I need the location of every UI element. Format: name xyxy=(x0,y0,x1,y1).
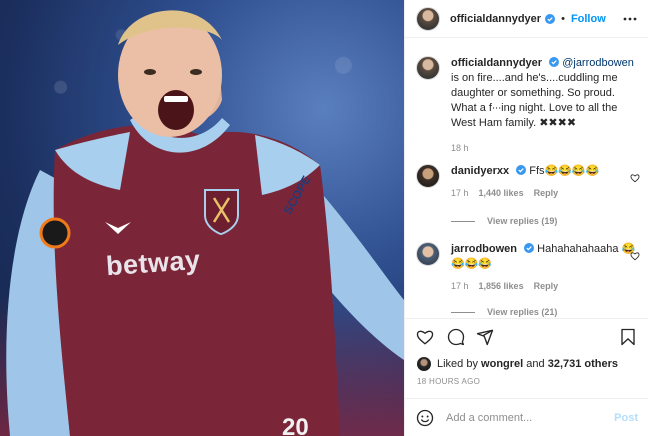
caption-meta: 18 h xyxy=(451,143,638,153)
shirt-sponsor: betway xyxy=(105,244,202,282)
replies-divider xyxy=(451,220,475,222)
post-comment-button[interactable]: Post xyxy=(614,412,638,424)
comment-icon[interactable] xyxy=(447,328,465,346)
likes-and: and xyxy=(526,358,545,370)
heart-icon[interactable] xyxy=(630,251,640,261)
author-avatar[interactable] xyxy=(416,6,440,31)
caption-text: officialdannydyer @jarrodbowen is on fir… xyxy=(451,56,638,131)
reply-button[interactable]: Reply xyxy=(534,188,559,198)
post-timestamp[interactable]: 18 HOURS AGO xyxy=(417,377,480,386)
comment-avatar[interactable] xyxy=(416,242,440,266)
emoji-icon[interactable] xyxy=(416,409,434,427)
comments-section[interactable]: officialdannydyer @jarrodbowen is on fir… xyxy=(405,40,648,318)
view-replies-button[interactable]: View replies (21) xyxy=(451,307,557,317)
caption: officialdannydyer @jarrodbowen is on fir… xyxy=(416,56,638,153)
replies-divider xyxy=(451,311,475,313)
comment-input[interactable] xyxy=(446,411,615,424)
caption-age[interactable]: 18 h xyxy=(451,143,469,153)
likes-prefix: Liked by xyxy=(437,358,478,370)
comment-item: jarrodbowen Hahahahahaaha 😂😂😂😂 17 h 1,85… xyxy=(416,242,640,291)
liker-avatar[interactable] xyxy=(417,357,431,371)
comment-item: danidyerxx Ffs😂😂😂😂 17 h 1,440 likes Repl… xyxy=(416,164,640,198)
view-replies-button[interactable]: View replies (19) xyxy=(451,216,557,226)
separator-dot: • xyxy=(561,12,565,25)
heart-icon[interactable] xyxy=(416,328,434,346)
caption-body: is on fire....and he's....cuddling me da… xyxy=(451,72,618,129)
follow-button[interactable]: Follow xyxy=(571,13,606,25)
post-header: officialdannydyer • Follow xyxy=(405,0,648,38)
comment-username[interactable]: danidyerxx xyxy=(451,165,509,177)
caption-mention[interactable]: @jarrodbowen xyxy=(562,57,634,69)
action-icons xyxy=(405,319,648,355)
view-replies-label: View replies (21) xyxy=(487,307,558,317)
comment-text: jarrodbowen Hahahahahaaha 😂😂😂😂 xyxy=(451,242,638,272)
likes-summary: Liked by wongrel and 32,731 others xyxy=(417,357,618,371)
comment-age[interactable]: 17 h xyxy=(451,188,469,198)
comment-username[interactable]: jarrodbowen xyxy=(451,243,517,255)
reply-button[interactable]: Reply xyxy=(534,281,559,291)
instagram-post: betway SCOPE 20 officialdannydyer • Foll… xyxy=(0,0,648,436)
comment-body: Ffs😂😂😂😂 xyxy=(529,165,600,177)
caption-avatar[interactable] xyxy=(416,56,440,80)
post-side-panel: officialdannydyer • Follow officialdanny… xyxy=(404,0,648,436)
action-bar xyxy=(405,318,648,355)
player-illustration xyxy=(6,10,404,436)
more-horizontal-icon[interactable] xyxy=(623,12,637,26)
post-photo[interactable]: betway SCOPE 20 xyxy=(0,0,404,436)
comment-composer: Post xyxy=(405,398,648,436)
verified-icon xyxy=(524,243,535,253)
comment-likes[interactable]: 1,440 likes xyxy=(479,188,524,198)
caption-username[interactable]: officialdannydyer xyxy=(451,57,542,69)
likes-count[interactable]: 32,731 others xyxy=(548,358,618,370)
share-icon[interactable] xyxy=(476,328,494,346)
liker-username[interactable]: wongrel xyxy=(481,358,523,370)
heart-icon[interactable] xyxy=(630,173,640,183)
verified-icon xyxy=(549,57,560,67)
view-replies-label: View replies (19) xyxy=(487,216,558,226)
comment-meta: 17 h 1,440 likes Reply xyxy=(451,188,638,198)
verified-icon xyxy=(545,13,556,24)
comment-likes[interactable]: 1,856 likes xyxy=(479,281,524,291)
comment-avatar[interactable] xyxy=(416,164,440,188)
comment-meta: 17 h 1,856 likes Reply xyxy=(451,281,638,291)
comment-text: danidyerxx Ffs😂😂😂😂 xyxy=(451,164,638,179)
comment-age[interactable]: 17 h xyxy=(451,281,469,291)
shirt-number: 20 xyxy=(282,414,309,436)
author-username[interactable]: officialdannydyer xyxy=(450,13,541,25)
bookmark-icon[interactable] xyxy=(619,328,637,346)
verified-icon xyxy=(516,165,527,175)
